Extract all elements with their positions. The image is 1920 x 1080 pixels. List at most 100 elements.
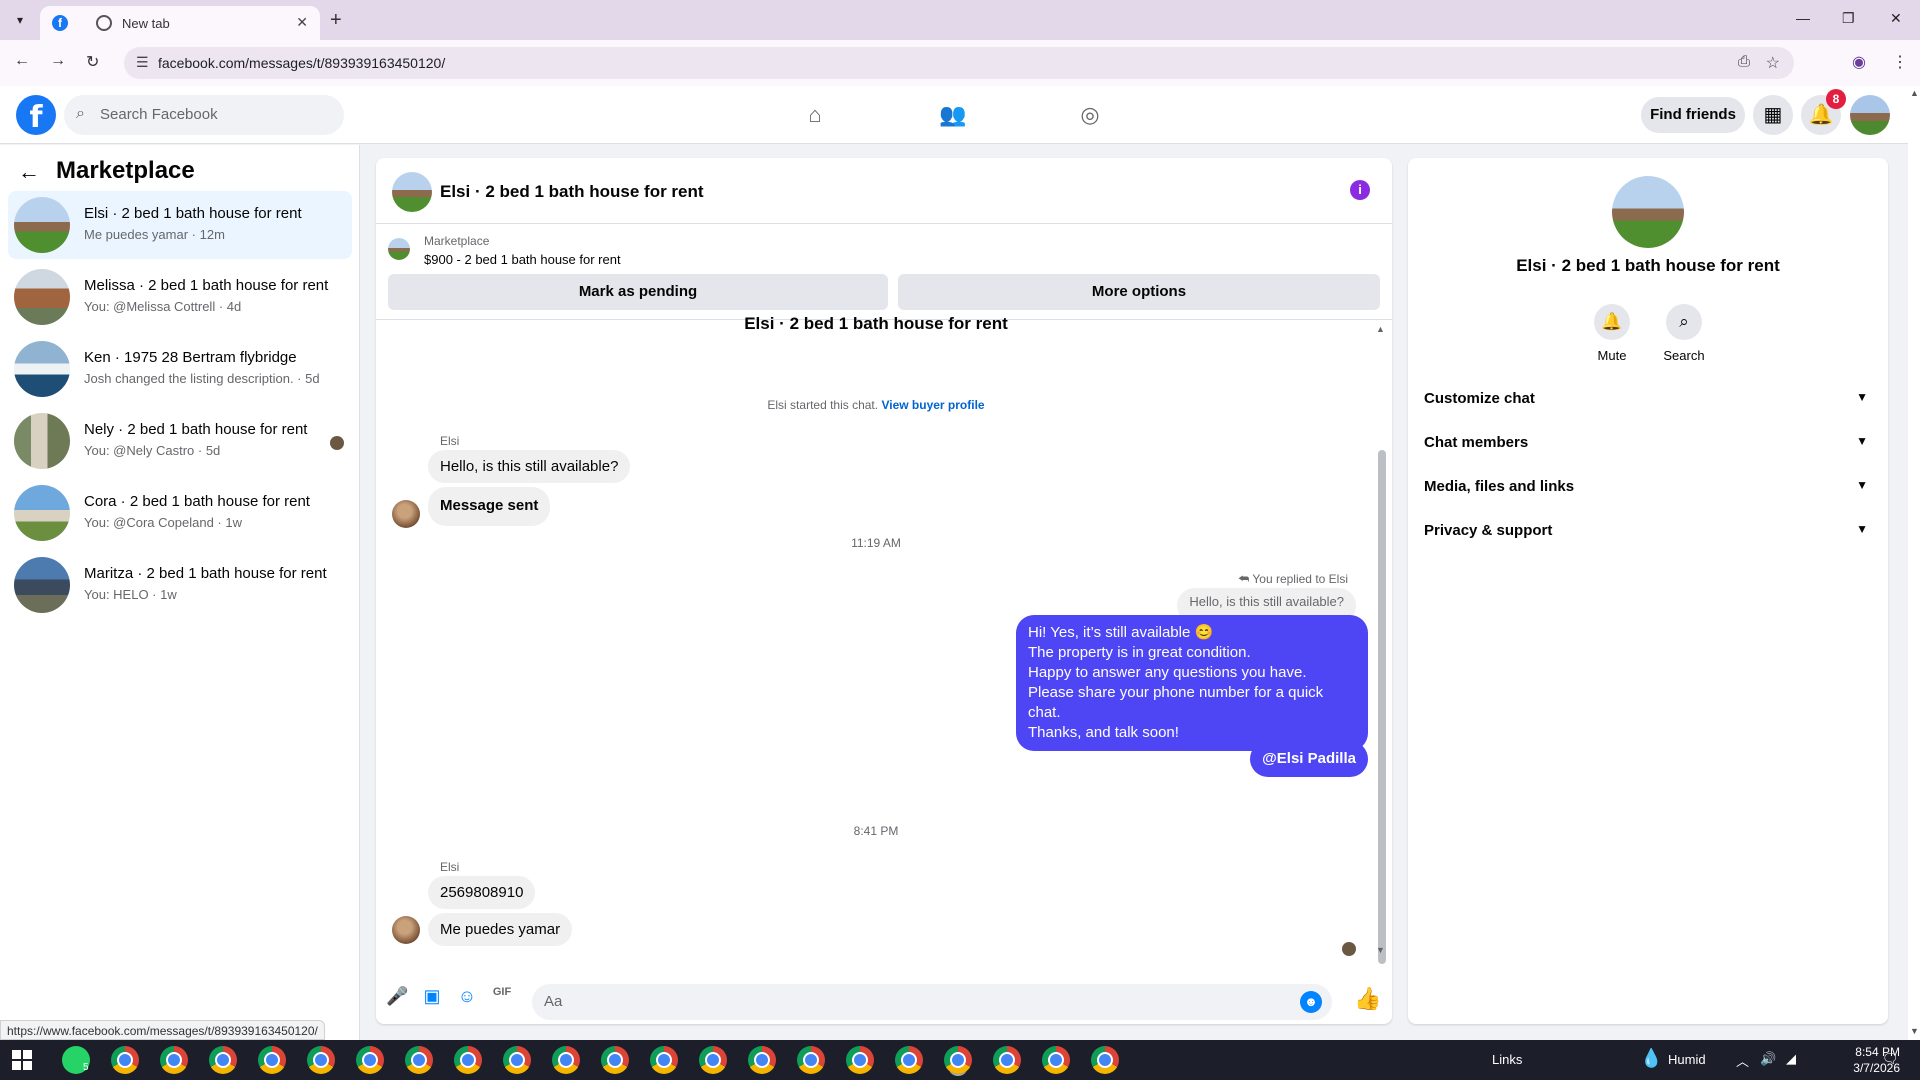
customize-chat-section[interactable]: Customize chat ▼ <box>1424 380 1872 416</box>
chrome-icon[interactable] <box>797 1046 825 1074</box>
profile-icon[interactable]: ◉ <box>1852 52 1866 72</box>
privacy-support-section[interactable]: Privacy & support ▼ <box>1424 512 1872 548</box>
show-hidden-icons-icon[interactable]: ︿ <box>1736 1051 1749 1070</box>
more-options-button[interactable]: More options <box>898 274 1380 310</box>
minimize-button[interactable]: — <box>1796 10 1810 26</box>
mention-bubble-outgoing[interactable]: @Elsi Padilla <box>1250 741 1368 777</box>
conversation-item-nely[interactable]: Nely · 2 bed 1 bath house for rent You: … <box>8 407 352 475</box>
chrome-icon[interactable] <box>160 1046 188 1074</box>
tab-new-tab[interactable]: New tab ✕ <box>84 6 320 40</box>
scrollbar-thumb[interactable] <box>1378 450 1386 964</box>
microphone-icon[interactable]: 🎤 <box>386 986 408 1007</box>
chrome-icon[interactable] <box>1091 1046 1119 1074</box>
restore-button[interactable]: ❐ <box>1842 10 1855 27</box>
chrome-icon[interactable] <box>307 1046 335 1074</box>
friends-icon[interactable]: 👥 <box>933 95 973 135</box>
conversation-item-cora[interactable]: Cora · 2 bed 1 bath house for rent You: … <box>8 479 352 547</box>
forward-button[interactable]: → <box>50 52 66 70</box>
scroll-up-arrow-icon[interactable]: ▲ <box>1910 88 1919 98</box>
notification-center-icon[interactable]: 🗨 <box>1882 1051 1899 1067</box>
account-avatar[interactable] <box>1850 95 1890 135</box>
chrome-icon-active[interactable] <box>944 1046 972 1074</box>
message-bubble-incoming[interactable]: Me puedes yamar <box>428 913 573 946</box>
bookmark-star-icon[interactable]: ☆ <box>1766 53 1780 73</box>
weather-droplet-icon[interactable]: 💧 <box>1640 1048 1662 1069</box>
chrome-icon[interactable] <box>895 1046 923 1074</box>
mute-button[interactable]: 🔔 Mute <box>1582 304 1642 363</box>
listing-thumbnail[interactable] <box>388 238 410 260</box>
menu-kebab-icon[interactable]: ⋮ <box>1892 52 1908 72</box>
page-scrollbar[interactable]: ▲ ▼ <box>1908 86 1920 1040</box>
chat-title[interactable]: Elsi · 2 bed 1 bath house for rent <box>440 182 704 202</box>
chrome-icon[interactable] <box>209 1046 237 1074</box>
info-icon[interactable]: i <box>1350 180 1370 200</box>
facebook-logo-icon[interactable]: f <box>16 95 56 135</box>
emoji-icon[interactable]: ☻ <box>1300 991 1322 1013</box>
conversation-item-maritza[interactable]: Maritza · 2 bed 1 bath house for rent Yo… <box>8 551 352 619</box>
install-app-icon[interactable]: ⎙ <box>1738 53 1750 70</box>
menu-grid-icon[interactable]: ▦ <box>1753 95 1793 135</box>
media-files-links-section[interactable]: Media, files and links ▼ <box>1424 468 1872 504</box>
chat-avatar[interactable] <box>392 172 432 212</box>
chrome-icon[interactable] <box>111 1046 139 1074</box>
chrome-icon[interactable] <box>846 1046 874 1074</box>
home-icon[interactable]: ⌂ <box>795 95 835 135</box>
chrome-icon[interactable] <box>748 1046 776 1074</box>
scroll-down-arrow-icon[interactable]: ▼ <box>1376 945 1385 955</box>
windows-start-icon[interactable] <box>12 1050 32 1070</box>
conversation-name: Nely · 2 bed 1 bath house for rent <box>84 421 308 438</box>
chrome-icon[interactable] <box>699 1046 727 1074</box>
network-icon[interactable]: ◢ <box>1786 1051 1796 1067</box>
thread-scrollbar[interactable] <box>1378 336 1386 964</box>
chrome-icon[interactable] <box>356 1046 384 1074</box>
chrome-icon[interactable] <box>454 1046 482 1074</box>
chrome-icon[interactable] <box>993 1046 1021 1074</box>
chrome-icon[interactable] <box>601 1046 629 1074</box>
chat-members-section[interactable]: Chat members ▼ <box>1424 424 1872 460</box>
message-bubble-incoming[interactable]: 2569808910 <box>428 876 536 909</box>
scroll-up-arrow-icon[interactable]: ▲ <box>1376 324 1385 334</box>
message-bubble-incoming[interactable]: Hello, is this still available? <box>428 450 631 483</box>
new-tab-button[interactable]: + <box>330 8 342 32</box>
groups-icon[interactable]: ◎ <box>1070 95 1110 135</box>
address-bar[interactable]: ☰ facebook.com/messages/t/89393916345012… <box>124 47 1794 79</box>
back-button[interactable]: ← <box>14 52 30 70</box>
links-toolbar[interactable]: Links <box>1492 1052 1522 1067</box>
tab-search-dropdown-icon[interactable]: ▾ <box>8 8 32 32</box>
chrome-icon[interactable] <box>1042 1046 1070 1074</box>
conversation-item-elsi[interactable]: Elsi · 2 bed 1 bath house for rent Me pu… <box>8 191 352 259</box>
chrome-icon[interactable] <box>503 1046 531 1074</box>
sticker-icon[interactable]: ☺ <box>456 986 478 1007</box>
sender-avatar[interactable] <box>392 500 420 528</box>
volume-icon[interactable]: 🔊 <box>1760 1051 1776 1067</box>
gif-icon[interactable]: GIF <box>491 986 513 998</box>
photo-icon[interactable]: ▣ <box>421 986 443 1007</box>
find-friends-button[interactable]: Find friends <box>1641 97 1745 133</box>
chrome-icon[interactable] <box>405 1046 433 1074</box>
like-thumbs-up-icon[interactable]: 👍 <box>1354 986 1381 1012</box>
sender-avatar[interactable] <box>392 916 420 944</box>
details-avatar[interactable] <box>1612 176 1684 248</box>
close-tab-icon[interactable]: ✕ <box>296 14 308 31</box>
conversation-item-melissa[interactable]: Melissa · 2 bed 1 bath house for rent Yo… <box>8 263 352 331</box>
search-in-chat-button[interactable]: ⌕ Search <box>1654 304 1714 363</box>
chrome-icon[interactable] <box>552 1046 580 1074</box>
search-facebook-input[interactable]: ⌕ Search Facebook <box>64 95 344 135</box>
site-info-icon[interactable]: ☰ <box>136 54 149 71</box>
conversation-item-ken[interactable]: Ken · 1975 28 Bertram flybridge Josh cha… <box>8 335 352 403</box>
chrome-icon[interactable] <box>650 1046 678 1074</box>
message-thread[interactable]: ▲ ▼ Elsi · 2 bed 1 bath house for rent E… <box>376 314 1392 964</box>
message-bubble-incoming[interactable]: Message sent <box>428 487 551 526</box>
message-input[interactable]: Aa ☻ <box>532 984 1332 1020</box>
url-text[interactable]: facebook.com/messages/t/893939163450120/ <box>158 55 445 71</box>
mark-as-pending-button[interactable]: Mark as pending <box>388 274 888 310</box>
message-bubble-outgoing[interactable]: Hi! Yes, it’s still available 😊 The prop… <box>1016 615 1368 751</box>
weather-label[interactable]: Humid <box>1668 1052 1706 1067</box>
close-window-button[interactable]: ✕ <box>1890 10 1902 27</box>
reload-button[interactable]: ↻ <box>86 52 99 72</box>
back-arrow-icon[interactable]: ← <box>18 159 40 185</box>
chrome-icon[interactable] <box>258 1046 286 1074</box>
listing-description[interactable]: $900 - 2 bed 1 bath house for rent <box>424 252 621 267</box>
scroll-down-arrow-icon[interactable]: ▼ <box>1910 1026 1919 1036</box>
view-buyer-profile-link[interactable]: View buyer profile <box>881 398 984 412</box>
